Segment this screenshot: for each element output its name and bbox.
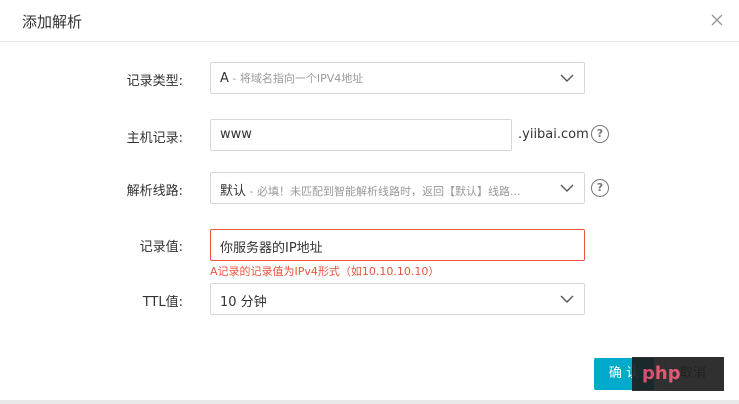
php-watermark: php xyxy=(632,357,724,391)
line-value: 默认 xyxy=(220,184,247,199)
chevron-down-icon xyxy=(560,295,574,303)
record-value-error: A记录的记录值为IPv4形式（如10.10.10.10） xyxy=(210,265,440,278)
record-type-value: A xyxy=(220,71,229,86)
record-type-display: A - 将域名指向一个IPV4地址 xyxy=(220,70,363,86)
record-type-select[interactable]: A - 将域名指向一个IPV4地址 xyxy=(210,62,585,94)
ttl-select[interactable]: 10 分钟 xyxy=(210,283,585,315)
ttl-value: 10 分钟 xyxy=(220,295,267,310)
close-icon[interactable] xyxy=(709,12,725,28)
host-label: 主机记录: xyxy=(126,131,183,146)
dialog-header: 添加解析 xyxy=(0,0,739,42)
line-hint: - 必填！未匹配到智能解析线路时，返回【默认】线路... xyxy=(246,185,521,198)
help-icon[interactable]: ? xyxy=(591,179,609,197)
dialog-title: 添加解析 xyxy=(22,13,83,31)
record-type-label: 记录类型: xyxy=(126,74,183,89)
record-value-input[interactable]: 你服务器的IP地址 xyxy=(210,229,585,261)
chevron-down-icon xyxy=(560,184,574,192)
host-input-value: www xyxy=(220,127,252,142)
footer-divider xyxy=(0,400,739,404)
line-display: 默认 - 必填！未匹配到智能解析线路时，返回【默认】线路... xyxy=(220,180,550,199)
host-suffix: .yiibai.com xyxy=(518,127,589,142)
chevron-down-icon xyxy=(560,74,574,82)
record-value-label: 记录值: xyxy=(139,240,183,255)
watermark-text: php xyxy=(642,363,681,384)
host-input[interactable]: www xyxy=(210,119,512,151)
ttl-label: TTL值: xyxy=(142,295,183,310)
record-value-text: 你服务器的IP地址 xyxy=(220,241,323,256)
line-label: 解析线路: xyxy=(126,184,183,199)
record-type-hint: - 将域名指向一个IPV4地址 xyxy=(228,72,364,85)
line-select[interactable]: 默认 - 必填！未匹配到智能解析线路时，返回【默认】线路... xyxy=(210,172,585,204)
help-icon[interactable]: ? xyxy=(591,125,609,143)
